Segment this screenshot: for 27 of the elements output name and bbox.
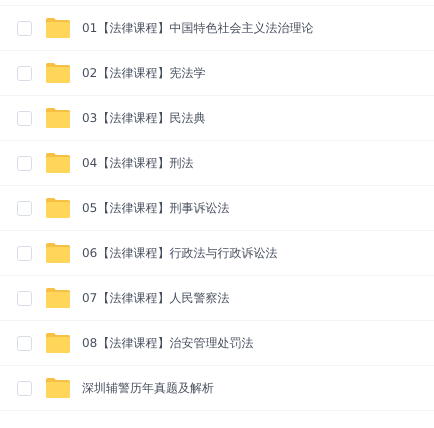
folder-icon: [45, 152, 71, 174]
folder-name[interactable]: 07【法律课程】人民警察法: [82, 290, 230, 306]
folder-name[interactable]: 06【法律课程】行政法与行政诉讼法: [82, 244, 278, 262]
folder-icon: [45, 377, 71, 399]
checkbox[interactable]: [17, 66, 32, 80]
checkbox[interactable]: [17, 246, 32, 260]
folder-icon: [45, 17, 71, 39]
folder-name[interactable]: 02【法律课程】宪法学: [82, 64, 206, 82]
folder-icon: [45, 107, 71, 129]
folder-name[interactable]: 03【法律课程】民法典: [82, 110, 206, 126]
checkbox[interactable]: [17, 156, 32, 170]
checkbox[interactable]: [17, 290, 32, 306]
folder-icon: [45, 197, 71, 219]
checkbox[interactable]: [17, 20, 32, 36]
checkbox[interactable]: [17, 380, 32, 396]
folder-name[interactable]: 01【法律课程】中国特色社会主义法治理论: [82, 20, 314, 36]
folder-icon: [45, 332, 71, 354]
folder-icon: [45, 62, 71, 84]
folder-icon: [45, 242, 71, 264]
folder-name[interactable]: 08【法律课程】治安管理处罚法: [82, 334, 254, 352]
folder-icon: [45, 287, 71, 309]
folder-name[interactable]: 04【法律课程】刑法: [82, 154, 194, 172]
folder-name[interactable]: 05【法律课程】刑事诉讼法: [82, 200, 230, 216]
folder-name[interactable]: 深圳辅警历年真题及解析: [82, 380, 214, 396]
checkbox[interactable]: [17, 200, 32, 216]
checkbox[interactable]: [17, 336, 32, 350]
checkbox[interactable]: [17, 110, 32, 126]
